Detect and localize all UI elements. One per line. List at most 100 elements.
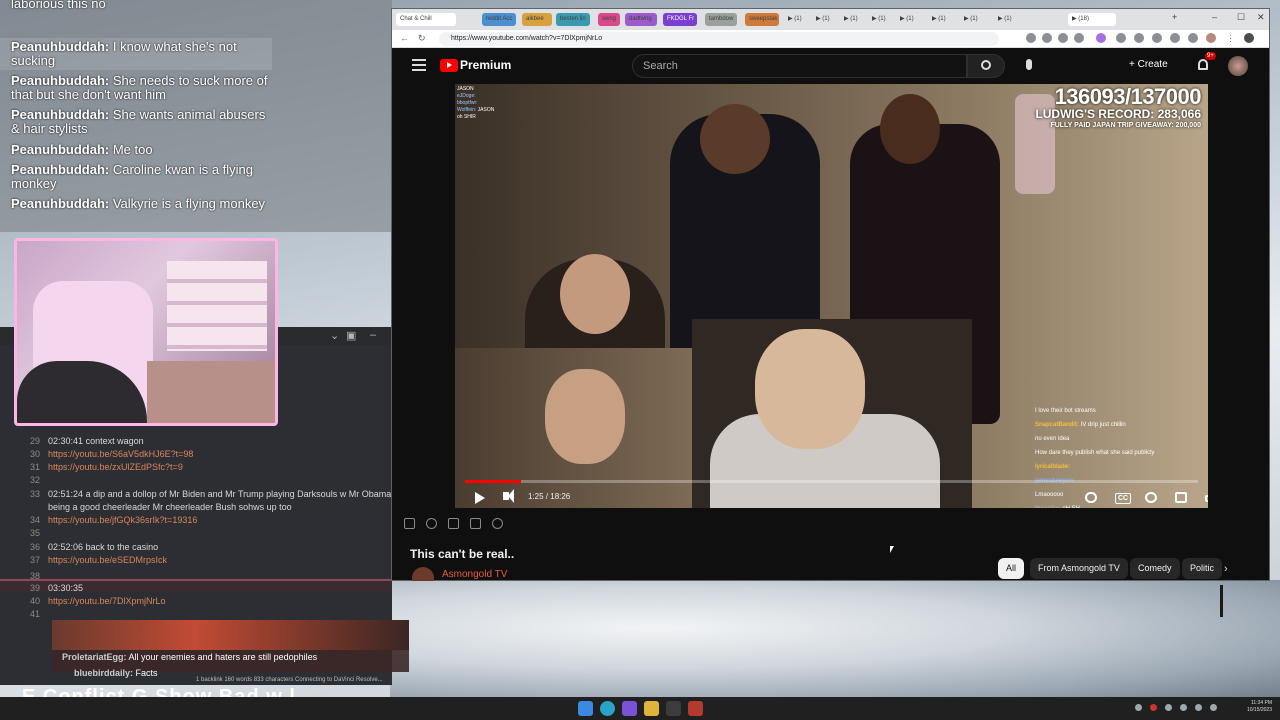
back-icon[interactable]: ← [400,33,409,43]
search-input[interactable]: Search [632,54,967,78]
chevron-down-icon[interactable]: ⌄ [330,329,339,342]
tray-app-icon[interactable] [1165,704,1172,711]
tab[interactable]: besten lin [556,13,590,26]
note-link-line[interactable]: 37 https://youtu.be/eSEDMrpsIck [14,555,394,566]
start-windows-icon[interactable] [578,701,593,716]
chip-from-channel[interactable]: From Asmongold TV [1030,558,1128,579]
davinci-resolve-icon[interactable] [666,701,681,716]
tray-chevron-icon[interactable] [1135,704,1142,711]
autoplay-toggle[interactable] [1085,492,1097,503]
tab[interactable]: ▶ (1) [788,13,802,26]
tab[interactable]: alkbee [522,13,552,26]
add-tab-icon[interactable]: + [1172,12,1177,22]
youtube-brand[interactable]: Premium [460,58,511,72]
tab[interactable]: ▶ (1) [932,13,946,26]
sub-counter: 136093/137000 LUDWIG'S RECORD: 283,066 F… [1031,86,1201,130]
tab[interactable]: ▶ (1) [900,13,914,26]
video-progress-bar[interactable] [465,480,1198,483]
tab[interactable]: ▶ (1) [964,13,978,26]
account-avatar[interactable] [1228,56,1248,76]
note-link-line[interactable]: 30 https://youtu.be/S6aV5dkHJ6E?t=98 [14,449,394,460]
tab[interactable]: dadtwng [625,13,657,26]
edge-browser-icon[interactable] [600,701,615,716]
extension-icon[interactable] [1188,33,1198,43]
search-button[interactable] [967,54,1005,78]
tab[interactable]: ▶ (1) [872,13,886,26]
cinema-icon[interactable] [470,518,481,529]
menu-dots-icon[interactable]: ⋮ [1226,33,1235,44]
captions-button[interactable]: CC [1115,493,1132,504]
link-text[interactable]: https://youtu.be/zxUlZEdPSfc?t=9 [48,462,183,472]
volume-icon[interactable] [503,489,514,503]
settings-icon[interactable] [492,518,503,529]
screenshot-icon[interactable] [448,518,459,529]
extension-icon[interactable] [1074,33,1084,43]
chip-politics[interactable]: Politic [1182,558,1223,579]
clock[interactable]: 11:34 PM 10/15/2023 [1247,700,1272,714]
video-player[interactable]: JASON eJDoge: bboptfwr: Wolffein: JASON o… [455,84,1208,508]
chip-all[interactable]: All [998,558,1025,579]
sidebar-toggle-icon[interactable]: ▣ [346,329,356,342]
reload-icon[interactable]: ↻ [418,33,426,44]
settings-gear-icon[interactable] [1145,492,1157,503]
recording-app-icon[interactable] [688,701,703,716]
minimize-window-icon[interactable]: – [1212,12,1217,22]
link-text[interactable]: https://youtu.be/jfGQk36srIk?t=19316 [48,515,197,525]
extension-icon[interactable] [1116,33,1126,43]
link-text[interactable]: https://youtu.be/7DlXpmjNrLo [48,596,166,606]
tab[interactable]: sweepstak [745,13,779,26]
extension-icon[interactable] [1096,33,1106,43]
youtube-logo-icon[interactable] [440,59,458,72]
volume-tray-icon[interactable] [1195,704,1202,711]
hamburger-menu-icon[interactable] [412,59,426,71]
extension-icon[interactable] [1170,33,1180,43]
note-line: 36 02:52:06 back to the casino [14,542,394,553]
tab[interactable]: swng [598,13,620,26]
minimize-icon[interactable]: – [370,329,376,341]
browser-window[interactable]: Chat & Chill reddit Acc alkbee besten li… [391,8,1270,581]
overlay-chat-line: I love their bot streams [1035,404,1205,418]
note-link-line[interactable]: 40 https://youtu.be/7DlXpmjNrLo [14,596,394,607]
tab-active[interactable]: Chat & Chill [396,13,456,26]
tab-youtube[interactable]: ▶ (18) [1068,13,1116,26]
theater-mode-icon[interactable] [1205,495,1208,502]
extension-icon[interactable] [1042,33,1052,43]
tray-app-icon[interactable] [1150,704,1157,711]
loop-icon[interactable] [404,518,415,529]
close-window-icon[interactable]: ✕ [1257,12,1265,23]
extension-icon[interactable] [1134,33,1144,43]
line-number: 29 [29,436,40,446]
network-icon[interactable] [1180,704,1187,711]
channel-avatar[interactable] [412,567,434,581]
profile-avatar[interactable] [1206,33,1216,43]
tab[interactable]: FKDGL Fr [663,13,697,26]
microphone-icon[interactable] [1026,59,1032,70]
sidebar-icon[interactable] [1244,33,1254,43]
tab[interactable]: tambdow [705,13,737,26]
tab[interactable]: reddit Acc [482,13,516,26]
extension-icon[interactable] [1152,33,1162,43]
chevron-right-icon[interactable]: › [1224,563,1228,575]
tab[interactable]: ▶ (1) [998,13,1012,26]
chat-text: no even idea [1035,436,1070,442]
notifications-bell-icon[interactable] [1198,59,1208,70]
maximize-window-icon[interactable]: ☐ [1237,12,1245,23]
note-link-line[interactable]: 31 https://youtu.be/zxUlZEdPSfc?t=9 [14,462,394,473]
tab[interactable]: ▶ (1) [816,13,830,26]
file-explorer-icon[interactable] [644,701,659,716]
channel-name[interactable]: Asmongold TV [442,569,507,580]
tab[interactable]: ▶ (1) [844,13,858,26]
chip-comedy[interactable]: Comedy [1130,558,1180,579]
link-text[interactable]: https://youtu.be/S6aV5dkHJ6E?t=98 [48,449,193,459]
battery-icon[interactable] [1210,704,1217,711]
url-field[interactable]: https://www.youtube.com/watch?v=7DlXpmjN… [439,32,999,46]
link-text[interactable]: https://youtu.be/eSEDMrpsIck [48,555,167,565]
play-icon[interactable] [475,492,485,504]
extension-icon[interactable] [1058,33,1068,43]
miniplayer-icon[interactable] [1175,492,1187,503]
audio-icon[interactable] [426,518,437,529]
create-button[interactable]: + Create [1129,59,1168,70]
note-link-line[interactable]: 34 https://youtu.be/jfGQk36srIk?t=19316 [14,515,394,526]
extension-icon[interactable] [1026,33,1036,43]
obsidian-icon[interactable] [622,701,637,716]
